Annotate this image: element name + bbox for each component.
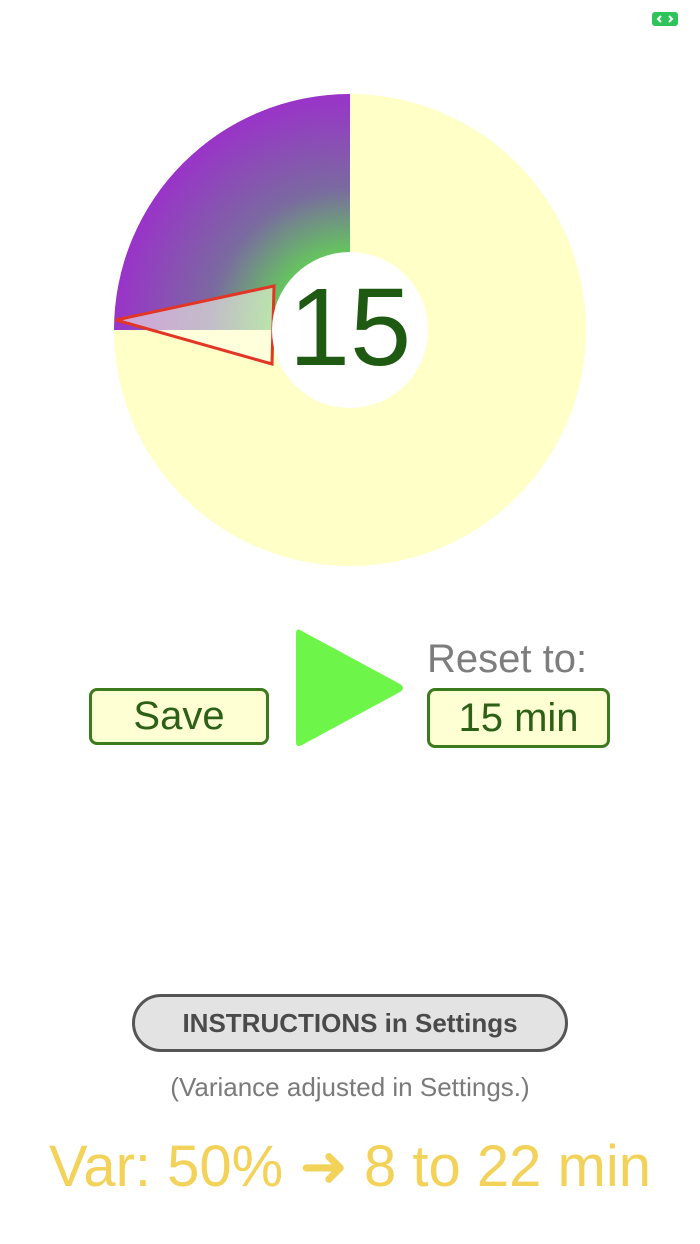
minutes-display: 15 bbox=[288, 266, 412, 389]
instructions-button[interactable]: INSTRUCTIONS in Settings bbox=[132, 994, 568, 1052]
save-button[interactable]: Save bbox=[89, 688, 269, 745]
reset-duration-button[interactable]: 15 min bbox=[427, 688, 610, 748]
reset-label: Reset to: bbox=[427, 637, 588, 681]
variance-summary: Var: 50% ➜ 8 to 22 min bbox=[48, 1134, 652, 1199]
play-icon[interactable] bbox=[294, 626, 406, 750]
variance-note: (Variance adjusted in Settings.) bbox=[170, 1072, 530, 1102]
timer-screen: 15 Save Reset to: 15 min INSTRUCTIONS in… bbox=[0, 0, 700, 1244]
